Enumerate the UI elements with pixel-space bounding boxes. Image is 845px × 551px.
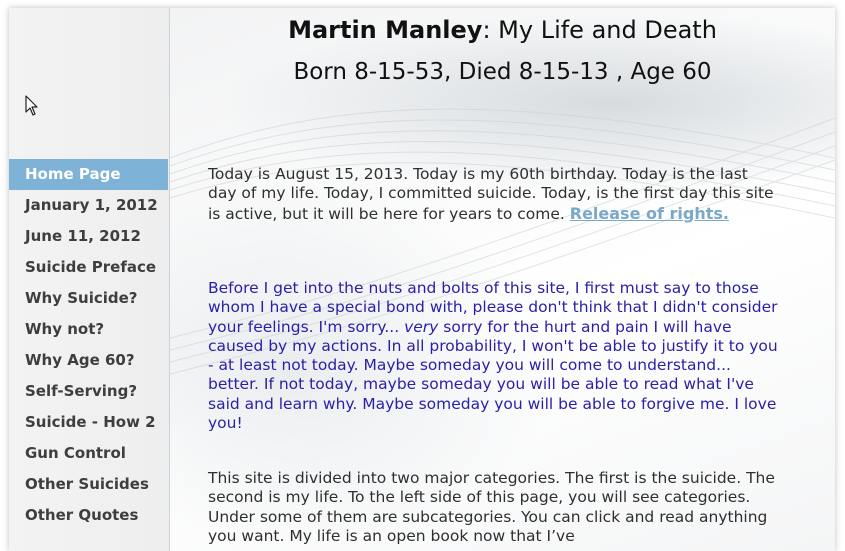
sidebar-item-other-quotes[interactable]: Other Quotes <box>9 500 168 531</box>
main-content: Martin Manley: My Life and Death Born 8-… <box>170 8 835 551</box>
sidebar-item-june-11-2012[interactable]: June 11, 2012 <box>9 221 168 252</box>
sidebar-item-suicide-preface[interactable]: Suicide Preface <box>9 252 168 283</box>
title-rest: : My Life and Death <box>482 16 717 44</box>
sidebar-item-suicide-how-2[interactable]: Suicide - How 2 <box>9 407 168 438</box>
apology-emphasis: very <box>404 317 439 336</box>
sidebar: Home Page January 1, 2012 June 11, 2012 … <box>9 8 170 551</box>
sidebar-item-january-1-2012[interactable]: January 1, 2012 <box>9 190 168 221</box>
sidebar-item-gun-control[interactable]: Gun Control <box>9 438 168 469</box>
page-frame: Home Page January 1, 2012 June 11, 2012 … <box>9 8 835 551</box>
site-overview-paragraph: This site is divided into two major cate… <box>208 469 775 545</box>
sidebar-nav: Home Page January 1, 2012 June 11, 2012 … <box>9 159 168 531</box>
intro-paragraph: Today is August 15, 2013. Today is my 60… <box>208 165 780 224</box>
sidebar-item-home-page[interactable]: Home Page <box>9 159 168 190</box>
page-title: Martin Manley: My Life and Death <box>170 16 835 44</box>
sidebar-item-why-not[interactable]: Why not? <box>9 314 168 345</box>
mouse-pointer-icon <box>25 95 38 116</box>
sidebar-item-why-age-60[interactable]: Why Age 60? <box>9 345 168 376</box>
apology-paragraph: Before I get into the nuts and bolts of … <box>208 279 780 433</box>
sidebar-item-self-serving[interactable]: Self-Serving? <box>9 376 168 407</box>
page-subtitle: Born 8-15-53, Died 8-15-13 , Age 60 <box>293 59 712 85</box>
sidebar-item-why-suicide[interactable]: Why Suicide? <box>9 283 168 314</box>
release-of-rights-link[interactable]: Release of rights. <box>570 204 729 223</box>
author-name: Martin Manley <box>288 16 483 44</box>
sidebar-item-other-suicides[interactable]: Other Suicides <box>9 469 168 500</box>
